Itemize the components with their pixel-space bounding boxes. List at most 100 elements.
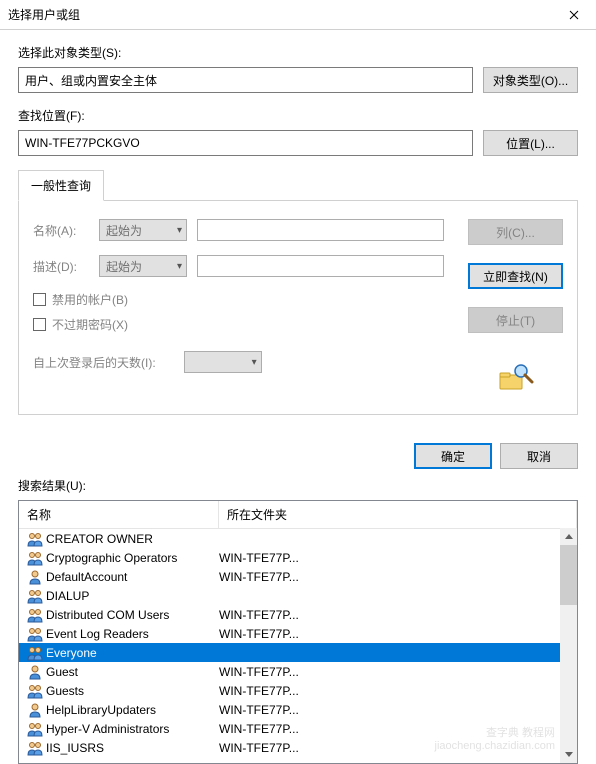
cell-name: Hyper-V Administrators: [23, 721, 215, 737]
close-button[interactable]: [551, 0, 596, 30]
row-name-text: Everyone: [46, 646, 97, 660]
ok-button[interactable]: 确定: [414, 443, 492, 469]
group-icon: [27, 550, 43, 566]
table-header: 名称 所在文件夹: [19, 501, 577, 529]
table-row[interactable]: Cryptographic Operators WIN-TFE77P...: [19, 548, 577, 567]
row-name-text: DIALUP: [46, 589, 89, 603]
desc-label: 描述(D):: [33, 258, 89, 275]
group-icon: [27, 721, 43, 737]
row-name-text: Guests: [46, 684, 84, 698]
cell-folder: WIN-TFE77P...: [215, 570, 577, 584]
group-icon: [27, 607, 43, 623]
column-header-name[interactable]: 名称: [19, 501, 219, 528]
table-row[interactable]: Guest WIN-TFE77P...: [19, 662, 577, 681]
non-expiring-pwd-label: 不过期密码(X): [52, 316, 128, 333]
table-row[interactable]: Guests WIN-TFE77P...: [19, 681, 577, 700]
user-icon: [27, 569, 43, 585]
stop-button[interactable]: 停止(T): [468, 307, 563, 333]
search-results-table: 名称 所在文件夹 CREATOR OWNERCryptographic Oper…: [18, 500, 578, 764]
row-name-text: HelpLibraryUpdaters: [46, 703, 156, 717]
tab-general-query[interactable]: 一般性查询: [18, 170, 104, 201]
name-match-value: 起始为: [106, 222, 142, 239]
table-row[interactable]: Distributed COM Users WIN-TFE77P...: [19, 605, 577, 624]
table-row[interactable]: Hyper-V Administrators WIN-TFE77P...: [19, 719, 577, 738]
group-icon: [27, 626, 43, 642]
column-header-folder[interactable]: 所在文件夹: [219, 501, 577, 528]
scroll-track[interactable]: [560, 545, 577, 746]
group-icon: [27, 531, 43, 547]
titlebar: 选择用户或组: [0, 0, 596, 30]
row-name-text: Cryptographic Operators: [46, 551, 177, 565]
chevron-down-icon: ▾: [177, 261, 182, 272]
cell-name: DefaultAccount: [23, 569, 215, 585]
cell-name: IIS_IUSRS: [23, 740, 215, 756]
non-expiring-pwd-checkbox[interactable]: [33, 318, 46, 331]
table-row[interactable]: DefaultAccount WIN-TFE77P...: [19, 567, 577, 586]
object-types-button[interactable]: 对象类型(O)...: [483, 67, 578, 93]
disabled-accounts-label: 禁用的帐户(B): [52, 291, 128, 308]
cell-name: Guests: [23, 683, 215, 699]
row-name-text: Hyper-V Administrators: [46, 722, 169, 736]
cell-name: DIALUP: [23, 588, 215, 604]
location-input[interactable]: [18, 130, 473, 156]
chevron-down-icon: ▾: [177, 225, 182, 236]
cell-folder: WIN-TFE77P...: [215, 722, 577, 736]
group-icon: [27, 683, 43, 699]
cell-folder: WIN-TFE77P...: [215, 627, 577, 641]
cell-name: Guest: [23, 664, 215, 680]
columns-button[interactable]: 列(C)...: [468, 219, 563, 245]
cancel-button[interactable]: 取消: [500, 443, 578, 469]
table-row[interactable]: CREATOR OWNER: [19, 529, 577, 548]
magnifier-folder-icon: [498, 363, 534, 391]
cell-folder: WIN-TFE77P...: [215, 608, 577, 622]
object-type-input[interactable]: [18, 67, 473, 93]
table-row[interactable]: DIALUP: [19, 586, 577, 605]
caret-up-icon: [565, 534, 573, 539]
name-match-combo[interactable]: 起始为 ▾: [99, 219, 187, 241]
cell-name: Everyone: [23, 645, 215, 661]
group-icon: [27, 588, 43, 604]
scroll-up-button[interactable]: [560, 528, 577, 545]
days-since-login-label: 自上次登录后的天数(I):: [33, 354, 156, 371]
cell-folder: WIN-TFE77P...: [215, 551, 577, 565]
user-icon: [27, 664, 43, 680]
cell-folder: WIN-TFE77P...: [215, 703, 577, 717]
row-name-text: IIS_IUSRS: [46, 741, 104, 755]
days-since-login-combo[interactable]: ▾: [184, 351, 262, 373]
search-graphic: [498, 339, 534, 394]
locations-button[interactable]: 位置(L)...: [483, 130, 578, 156]
desc-match-combo[interactable]: 起始为 ▾: [99, 255, 187, 277]
table-row[interactable]: IIS_IUSRSWIN-TFE77P...: [19, 738, 577, 757]
chevron-down-icon: ▾: [252, 357, 257, 368]
desc-input[interactable]: [197, 255, 444, 277]
search-results-label: 搜索结果(U):: [0, 477, 596, 500]
tab-panel-general: 名称(A): 起始为 ▾ 描述(D): 起始为 ▾ 禁用的帐户(B): [18, 201, 578, 415]
table-row[interactable]: Everyone: [19, 643, 577, 662]
caret-down-icon: [565, 752, 573, 757]
name-input[interactable]: [197, 219, 444, 241]
desc-match-value: 起始为: [106, 258, 142, 275]
scroll-down-button[interactable]: [560, 746, 577, 763]
table-row[interactable]: Event Log Readers WIN-TFE77P...: [19, 624, 577, 643]
cell-name: Event Log Readers: [23, 626, 215, 642]
object-type-label: 选择此对象类型(S):: [18, 44, 578, 61]
cell-folder: WIN-TFE77P...: [215, 684, 577, 698]
find-now-button[interactable]: 立即查找(N): [468, 263, 563, 289]
scroll-thumb[interactable]: [560, 545, 577, 605]
location-label: 查找位置(F):: [18, 107, 578, 124]
disabled-accounts-checkbox[interactable]: [33, 293, 46, 306]
row-name-text: DefaultAccount: [46, 570, 127, 584]
dialog-content: 选择此对象类型(S): 对象类型(O)... 查找位置(F): 位置(L)...…: [0, 30, 596, 425]
row-name-text: Guest: [46, 665, 78, 679]
table-row[interactable]: HelpLibraryUpdaters WIN-TFE77P...: [19, 700, 577, 719]
group-icon: [27, 645, 43, 661]
row-name-text: Distributed COM Users: [46, 608, 169, 622]
group-icon: [27, 740, 43, 756]
vertical-scrollbar[interactable]: [560, 528, 577, 763]
cell-name: Distributed COM Users: [23, 607, 215, 623]
cell-name: CREATOR OWNER: [23, 531, 215, 547]
cell-name: HelpLibraryUpdaters: [23, 702, 215, 718]
cell-folder: WIN-TFE77P...: [215, 665, 577, 679]
user-icon: [27, 702, 43, 718]
row-name-text: Event Log Readers: [46, 627, 149, 641]
